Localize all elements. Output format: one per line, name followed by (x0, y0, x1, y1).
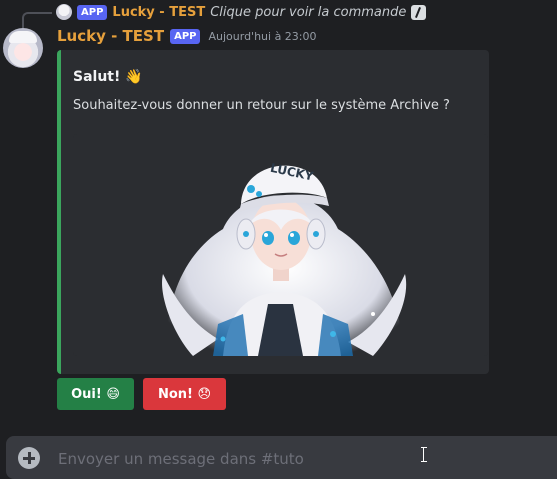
reply-app-badge: APP (77, 4, 108, 20)
reply-username[interactable]: Lucky - TEST (112, 5, 205, 20)
message-timestamp[interactable]: Aujourd'hui à 23:00 (208, 30, 316, 43)
mouse-cursor (421, 447, 430, 462)
message-header: Lucky - TEST APP Aujourd'hui à 23:00 (57, 27, 317, 45)
plus-circle-icon[interactable] (18, 447, 40, 469)
no-button[interactable]: Non! 😞 (143, 378, 226, 410)
reply-reference[interactable]: APP Lucky - TEST Clique pour voir la com… (56, 2, 427, 22)
embed-description: Souhaitez-vous donner un retour sur le s… (73, 98, 450, 113)
embed-title: Salut! 👋 (73, 69, 143, 85)
embed-image[interactable]: LUCKY (73, 134, 488, 356)
embed: Salut! 👋 Souhaitez-vous donner un retour… (57, 50, 489, 374)
message-input[interactable] (56, 448, 520, 470)
app-badge: APP (170, 28, 201, 44)
yes-button[interactable]: Oui! 😄 (57, 378, 134, 410)
reply-avatar[interactable] (56, 4, 72, 20)
message-username[interactable]: Lucky - TEST (57, 27, 164, 45)
reply-text[interactable]: Clique pour voir la commande (210, 5, 406, 20)
reply-spine (22, 12, 52, 28)
composer-area (0, 430, 557, 479)
slash-command-icon (411, 4, 427, 20)
anime-girl-image-icon: LUCKY (162, 161, 407, 356)
avatar[interactable] (3, 28, 43, 68)
chat-area: APP Lucky - TEST Clique pour voir la com… (0, 0, 557, 430)
message-composer (6, 436, 557, 479)
